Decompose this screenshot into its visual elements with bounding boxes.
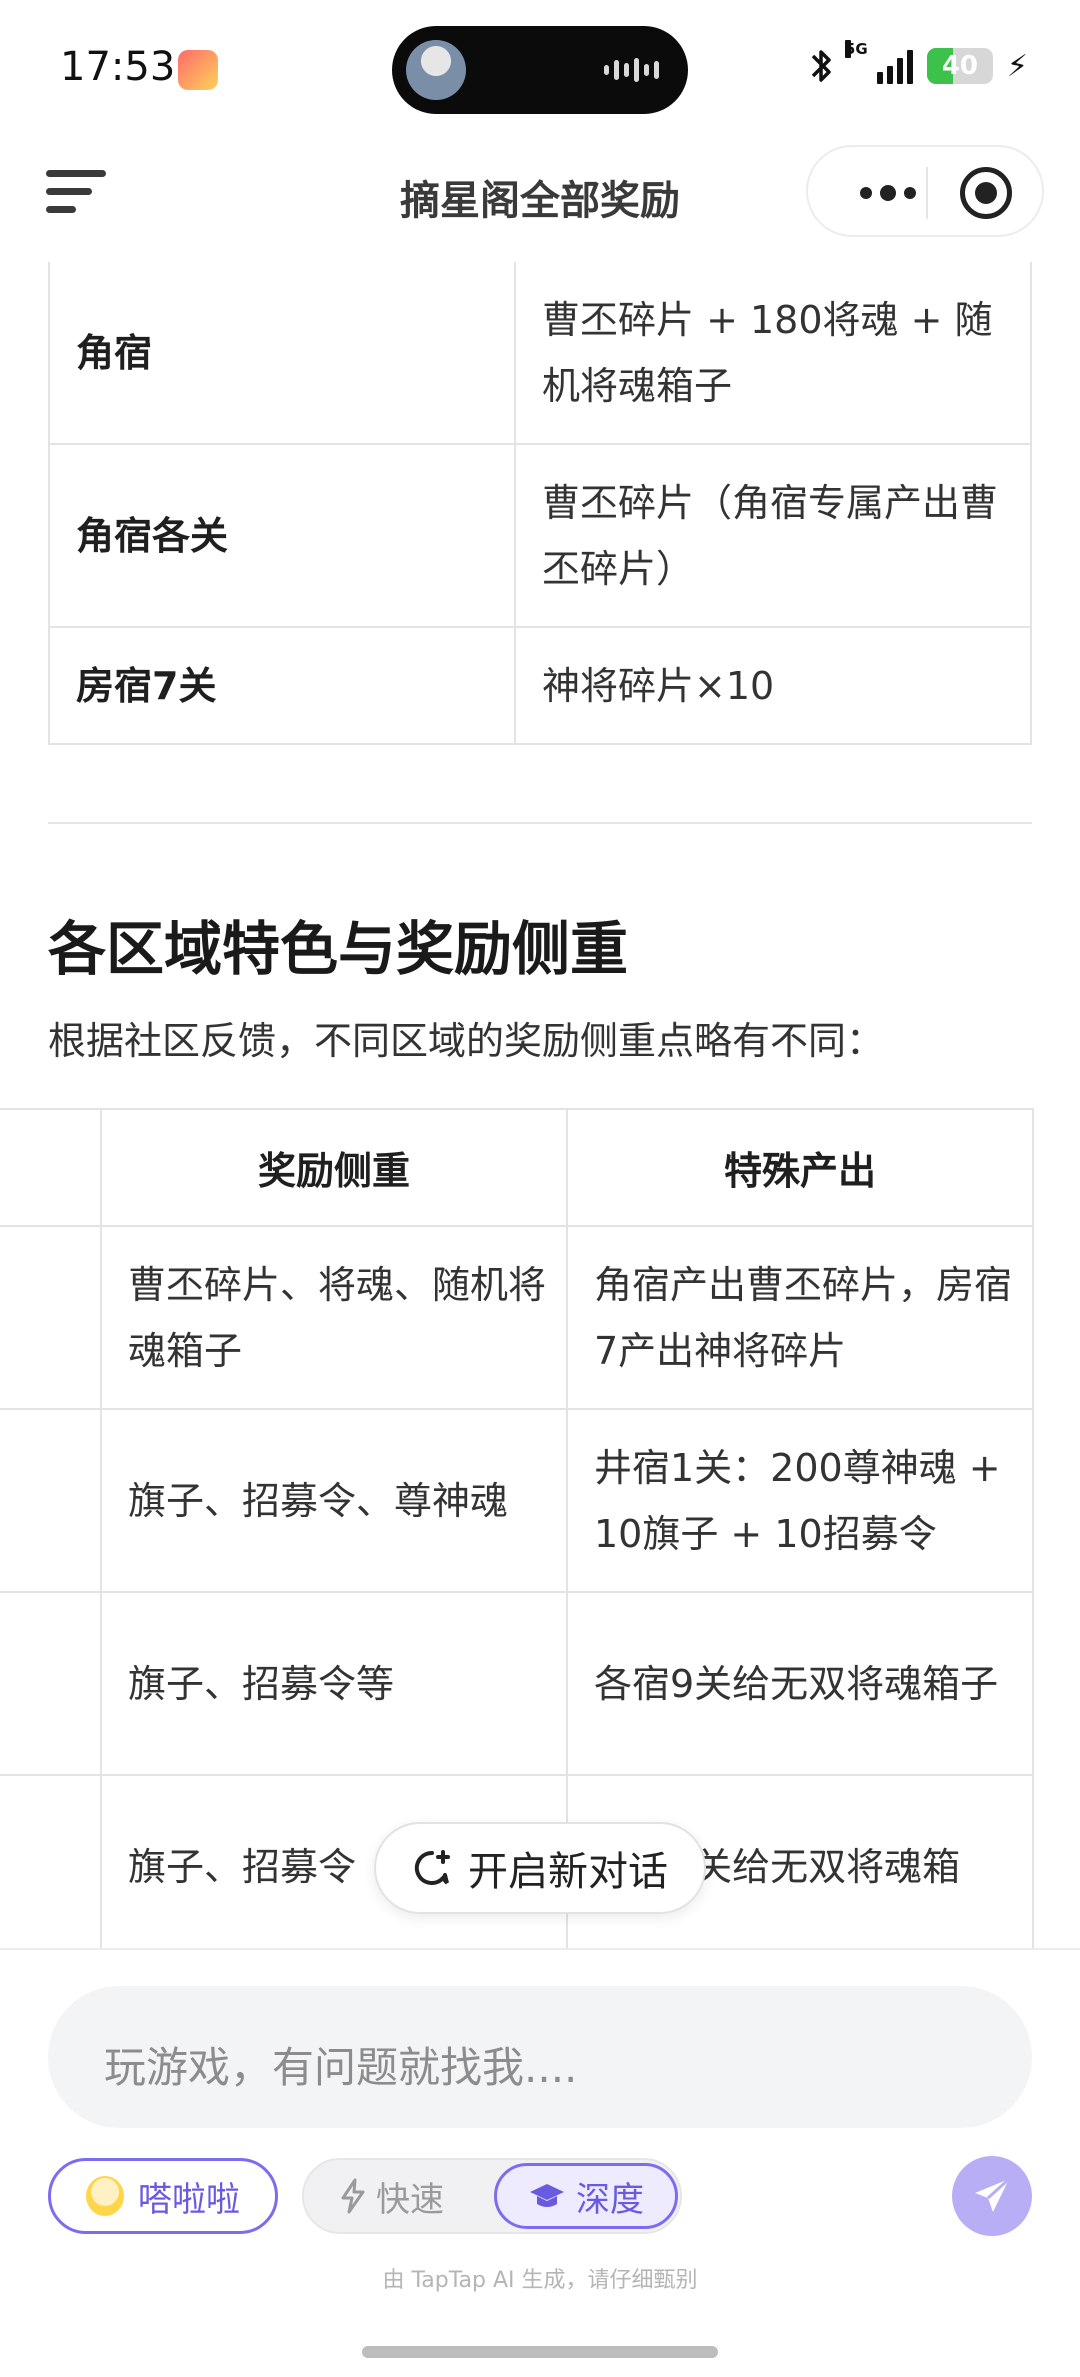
mode-deep-button[interactable]: 深度 bbox=[494, 2163, 678, 2229]
chat-input-placeholder: 玩游戏，有问题就找我.... bbox=[104, 2043, 578, 2092]
persona-button[interactable]: 嗒啦啦 bbox=[48, 2158, 278, 2234]
capsule-divider bbox=[926, 167, 928, 219]
table-cell-reward: 神将碎片×10 bbox=[514, 626, 1032, 745]
send-button[interactable] bbox=[952, 2156, 1032, 2236]
graduation-cap-icon bbox=[530, 2184, 564, 2207]
table-cell-name: 角宿 bbox=[48, 262, 516, 445]
new-chat-icon bbox=[414, 1850, 450, 1885]
table-cell-name: 房宿7关 bbox=[48, 626, 516, 745]
section-divider bbox=[48, 822, 1032, 824]
table-cell-region bbox=[0, 1225, 102, 1410]
table-cell-special: 角宿产出曹丕碎片，房宿7产出神将碎片 bbox=[566, 1225, 1034, 1410]
close-target-icon[interactable] bbox=[960, 167, 1012, 219]
persona-label: 嗒啦啦 bbox=[138, 2179, 240, 2220]
composer-divider bbox=[0, 1948, 1080, 1950]
table-header-region bbox=[0, 1108, 102, 1227]
send-icon bbox=[975, 2177, 1011, 2212]
table-cell-focus: 旗子、招募令等 bbox=[100, 1591, 568, 1776]
table-row: 曹丕碎片、将魂、随机将魂箱子 角宿产出曹丕碎片，房宿7产出神将碎片 bbox=[0, 1225, 1034, 1410]
cellular-signal-icon: 5G bbox=[844, 40, 913, 84]
mini-program-capsule bbox=[806, 145, 1044, 237]
new-chat-button[interactable]: 开启新对话 bbox=[374, 1822, 706, 1914]
lightning-icon bbox=[341, 2178, 365, 2214]
table-cell-reward: 曹丕碎片 + 180将魂 + 随机将魂箱子 bbox=[514, 262, 1032, 445]
table-row: 房宿7关 神将碎片×10 bbox=[48, 626, 1032, 745]
status-bar: 17:53 5G 40 ⚡ bbox=[0, 0, 1080, 140]
status-icons: 5G 40 ⚡ bbox=[807, 40, 1028, 86]
section-heading: 各区域特色与奖励侧重 bbox=[48, 915, 629, 983]
mode-fast-button[interactable]: 快速 bbox=[340, 2160, 444, 2232]
persona-avatar bbox=[86, 2176, 124, 2216]
table-cell-name: 角宿各关 bbox=[48, 443, 516, 628]
dynamic-island[interactable] bbox=[392, 26, 688, 114]
table-cell-focus: 曹丕碎片、将魂、随机将魂箱子 bbox=[100, 1225, 568, 1410]
new-chat-label: 开启新对话 bbox=[468, 1849, 668, 1895]
app-header: 摘星阁全部奖励 bbox=[0, 140, 1080, 260]
chat-content[interactable]: 角宿 曹丕碎片 + 180将魂 + 随机将魂箱子 角宿各关 曹丕碎片（角宿专属产… bbox=[0, 262, 1080, 1950]
table-header-special: 特殊产出 bbox=[566, 1108, 1034, 1227]
table-row: 旗子、招募令、尊神魂 井宿1关：200尊神魂 + 10旗子 + 10招募令 bbox=[0, 1408, 1034, 1593]
table-cell-reward: 曹丕碎片（角宿专属产出曹丕碎片） bbox=[514, 443, 1032, 628]
battery-level: 40 bbox=[941, 51, 979, 81]
table-row: 角宿 曹丕碎片 + 180将魂 + 随机将魂箱子 bbox=[48, 262, 1032, 445]
network-type: 5G bbox=[844, 40, 868, 58]
table-row: 角宿各关 曹丕碎片（角宿专属产出曹丕碎片） bbox=[48, 443, 1032, 628]
status-time: 17:53 bbox=[60, 44, 176, 90]
table-cell-region bbox=[0, 1591, 102, 1776]
table-cell-region bbox=[0, 1408, 102, 1593]
mode-toggle[interactable]: 快速 深度 bbox=[302, 2158, 682, 2234]
rewards-table: 角宿 曹丕碎片 + 180将魂 + 随机将魂箱子 角宿各关 曹丕碎片（角宿专属产… bbox=[48, 262, 1032, 745]
audio-wave-icon bbox=[604, 56, 660, 84]
table-cell-focus: 旗子、招募令、尊神魂 bbox=[100, 1408, 568, 1593]
table-header-row: 奖励侧重 特殊产出 bbox=[0, 1108, 1034, 1227]
section-description: 根据社区反馈，不同区域的奖励侧重点略有不同： bbox=[48, 1019, 885, 1063]
table-header-focus: 奖励侧重 bbox=[100, 1108, 568, 1227]
table-cell-region bbox=[0, 1774, 102, 1950]
table-row: 旗子、招募令等 各宿9关给无双将魂箱子 bbox=[0, 1591, 1034, 1776]
mode-fast-label: 快速 bbox=[376, 2179, 444, 2220]
charging-icon: ⚡ bbox=[1006, 48, 1028, 84]
more-icon[interactable] bbox=[838, 173, 938, 213]
table-cell-special: 各宿9关给无双将魂箱子 bbox=[566, 1591, 1034, 1776]
chat-input[interactable]: 玩游戏，有问题就找我.... bbox=[48, 1986, 1032, 2128]
notification-app-icon bbox=[178, 50, 218, 90]
island-avatar bbox=[406, 40, 466, 100]
ai-disclaimer: 由 TapTap AI 生成，请仔细甄别 bbox=[382, 2268, 698, 2293]
bluetooth-icon bbox=[811, 50, 831, 82]
home-indicator[interactable] bbox=[362, 2346, 718, 2358]
mode-deep-label: 深度 bbox=[576, 2179, 644, 2220]
table-cell-special: 井宿1关：200尊神魂 + 10旗子 + 10招募令 bbox=[566, 1408, 1034, 1593]
battery-icon: 40 bbox=[926, 48, 993, 84]
